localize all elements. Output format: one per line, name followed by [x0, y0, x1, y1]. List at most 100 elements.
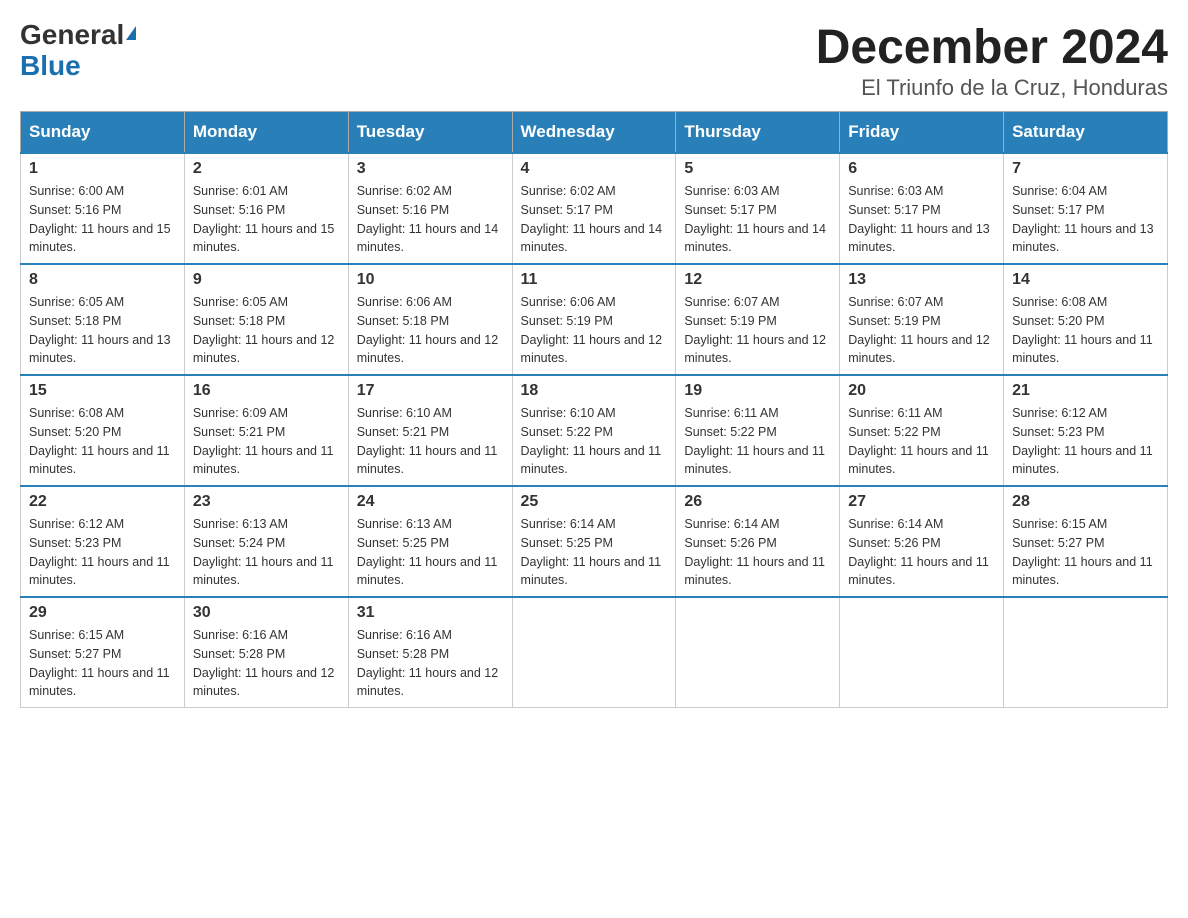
day-number: 7	[1012, 160, 1159, 178]
page-header: General Blue December 2024 El Triunfo de…	[20, 20, 1168, 101]
day-info: Sunrise: 6:15 AM Sunset: 5:27 PM Dayligh…	[29, 626, 176, 701]
day-info: Sunrise: 6:04 AM Sunset: 5:17 PM Dayligh…	[1012, 182, 1159, 257]
day-info: Sunrise: 6:07 AM Sunset: 5:19 PM Dayligh…	[684, 293, 831, 368]
day-number: 30	[193, 604, 340, 622]
day-info: Sunrise: 6:00 AM Sunset: 5:16 PM Dayligh…	[29, 182, 176, 257]
calendar-cell: 19 Sunrise: 6:11 AM Sunset: 5:22 PM Dayl…	[676, 375, 840, 486]
column-header-saturday: Saturday	[1004, 112, 1168, 154]
column-header-tuesday: Tuesday	[348, 112, 512, 154]
day-number: 5	[684, 160, 831, 178]
day-info: Sunrise: 6:05 AM Sunset: 5:18 PM Dayligh…	[29, 293, 176, 368]
week-row: 22 Sunrise: 6:12 AM Sunset: 5:23 PM Dayl…	[21, 486, 1168, 597]
day-info: Sunrise: 6:15 AM Sunset: 5:27 PM Dayligh…	[1012, 515, 1159, 590]
calendar-cell	[1004, 597, 1168, 708]
day-info: Sunrise: 6:03 AM Sunset: 5:17 PM Dayligh…	[684, 182, 831, 257]
day-info: Sunrise: 6:07 AM Sunset: 5:19 PM Dayligh…	[848, 293, 995, 368]
day-number: 24	[357, 493, 504, 511]
page-subtitle: El Triunfo de la Cruz, Honduras	[816, 75, 1168, 101]
day-info: Sunrise: 6:02 AM Sunset: 5:16 PM Dayligh…	[357, 182, 504, 257]
day-number: 28	[1012, 493, 1159, 511]
day-info: Sunrise: 6:10 AM Sunset: 5:22 PM Dayligh…	[521, 404, 668, 479]
day-info: Sunrise: 6:01 AM Sunset: 5:16 PM Dayligh…	[193, 182, 340, 257]
day-number: 6	[848, 160, 995, 178]
day-info: Sunrise: 6:08 AM Sunset: 5:20 PM Dayligh…	[29, 404, 176, 479]
calendar-cell: 7 Sunrise: 6:04 AM Sunset: 5:17 PM Dayli…	[1004, 153, 1168, 264]
day-info: Sunrise: 6:05 AM Sunset: 5:18 PM Dayligh…	[193, 293, 340, 368]
day-number: 12	[684, 271, 831, 289]
day-number: 3	[357, 160, 504, 178]
column-header-thursday: Thursday	[676, 112, 840, 154]
day-info: Sunrise: 6:13 AM Sunset: 5:25 PM Dayligh…	[357, 515, 504, 590]
calendar-cell: 25 Sunrise: 6:14 AM Sunset: 5:25 PM Dayl…	[512, 486, 676, 597]
calendar-cell: 31 Sunrise: 6:16 AM Sunset: 5:28 PM Dayl…	[348, 597, 512, 708]
day-number: 20	[848, 382, 995, 400]
day-info: Sunrise: 6:14 AM Sunset: 5:26 PM Dayligh…	[848, 515, 995, 590]
calendar-cell	[676, 597, 840, 708]
day-number: 2	[193, 160, 340, 178]
day-info: Sunrise: 6:11 AM Sunset: 5:22 PM Dayligh…	[684, 404, 831, 479]
day-info: Sunrise: 6:08 AM Sunset: 5:20 PM Dayligh…	[1012, 293, 1159, 368]
calendar-cell: 13 Sunrise: 6:07 AM Sunset: 5:19 PM Dayl…	[840, 264, 1004, 375]
calendar-cell: 5 Sunrise: 6:03 AM Sunset: 5:17 PM Dayli…	[676, 153, 840, 264]
day-number: 21	[1012, 382, 1159, 400]
day-number: 25	[521, 493, 668, 511]
day-info: Sunrise: 6:06 AM Sunset: 5:18 PM Dayligh…	[357, 293, 504, 368]
calendar-cell: 12 Sunrise: 6:07 AM Sunset: 5:19 PM Dayl…	[676, 264, 840, 375]
day-info: Sunrise: 6:14 AM Sunset: 5:25 PM Dayligh…	[521, 515, 668, 590]
calendar-cell: 15 Sunrise: 6:08 AM Sunset: 5:20 PM Dayl…	[21, 375, 185, 486]
day-info: Sunrise: 6:09 AM Sunset: 5:21 PM Dayligh…	[193, 404, 340, 479]
calendar-cell: 11 Sunrise: 6:06 AM Sunset: 5:19 PM Dayl…	[512, 264, 676, 375]
day-number: 9	[193, 271, 340, 289]
day-info: Sunrise: 6:12 AM Sunset: 5:23 PM Dayligh…	[1012, 404, 1159, 479]
column-header-friday: Friday	[840, 112, 1004, 154]
logo-general-text: General	[20, 19, 124, 50]
calendar-header-row: SundayMondayTuesdayWednesdayThursdayFrid…	[21, 112, 1168, 154]
day-number: 15	[29, 382, 176, 400]
day-number: 23	[193, 493, 340, 511]
column-header-monday: Monday	[184, 112, 348, 154]
day-number: 8	[29, 271, 176, 289]
column-header-wednesday: Wednesday	[512, 112, 676, 154]
calendar-cell: 6 Sunrise: 6:03 AM Sunset: 5:17 PM Dayli…	[840, 153, 1004, 264]
calendar-cell: 28 Sunrise: 6:15 AM Sunset: 5:27 PM Dayl…	[1004, 486, 1168, 597]
week-row: 29 Sunrise: 6:15 AM Sunset: 5:27 PM Dayl…	[21, 597, 1168, 708]
calendar-cell: 14 Sunrise: 6:08 AM Sunset: 5:20 PM Dayl…	[1004, 264, 1168, 375]
calendar-cell: 24 Sunrise: 6:13 AM Sunset: 5:25 PM Dayl…	[348, 486, 512, 597]
calendar-cell: 10 Sunrise: 6:06 AM Sunset: 5:18 PM Dayl…	[348, 264, 512, 375]
logo-blue-text: Blue	[20, 51, 136, 82]
calendar-cell: 21 Sunrise: 6:12 AM Sunset: 5:23 PM Dayl…	[1004, 375, 1168, 486]
day-number: 13	[848, 271, 995, 289]
title-area: December 2024 El Triunfo de la Cruz, Hon…	[816, 20, 1168, 101]
day-number: 29	[29, 604, 176, 622]
calendar-cell: 9 Sunrise: 6:05 AM Sunset: 5:18 PM Dayli…	[184, 264, 348, 375]
column-header-sunday: Sunday	[21, 112, 185, 154]
calendar-cell: 4 Sunrise: 6:02 AM Sunset: 5:17 PM Dayli…	[512, 153, 676, 264]
day-number: 4	[521, 160, 668, 178]
day-number: 18	[521, 382, 668, 400]
day-number: 17	[357, 382, 504, 400]
day-info: Sunrise: 6:06 AM Sunset: 5:19 PM Dayligh…	[521, 293, 668, 368]
calendar-cell: 16 Sunrise: 6:09 AM Sunset: 5:21 PM Dayl…	[184, 375, 348, 486]
calendar-cell: 17 Sunrise: 6:10 AM Sunset: 5:21 PM Dayl…	[348, 375, 512, 486]
day-number: 19	[684, 382, 831, 400]
day-number: 27	[848, 493, 995, 511]
calendar-cell	[840, 597, 1004, 708]
calendar-cell: 8 Sunrise: 6:05 AM Sunset: 5:18 PM Dayli…	[21, 264, 185, 375]
day-number: 31	[357, 604, 504, 622]
calendar-cell: 26 Sunrise: 6:14 AM Sunset: 5:26 PM Dayl…	[676, 486, 840, 597]
day-info: Sunrise: 6:16 AM Sunset: 5:28 PM Dayligh…	[193, 626, 340, 701]
calendar-cell: 29 Sunrise: 6:15 AM Sunset: 5:27 PM Dayl…	[21, 597, 185, 708]
day-info: Sunrise: 6:02 AM Sunset: 5:17 PM Dayligh…	[521, 182, 668, 257]
day-info: Sunrise: 6:12 AM Sunset: 5:23 PM Dayligh…	[29, 515, 176, 590]
day-number: 10	[357, 271, 504, 289]
calendar-cell: 20 Sunrise: 6:11 AM Sunset: 5:22 PM Dayl…	[840, 375, 1004, 486]
day-info: Sunrise: 6:11 AM Sunset: 5:22 PM Dayligh…	[848, 404, 995, 479]
calendar-cell: 3 Sunrise: 6:02 AM Sunset: 5:16 PM Dayli…	[348, 153, 512, 264]
calendar-cell: 27 Sunrise: 6:14 AM Sunset: 5:26 PM Dayl…	[840, 486, 1004, 597]
day-info: Sunrise: 6:13 AM Sunset: 5:24 PM Dayligh…	[193, 515, 340, 590]
calendar-cell: 23 Sunrise: 6:13 AM Sunset: 5:24 PM Dayl…	[184, 486, 348, 597]
day-number: 14	[1012, 271, 1159, 289]
day-info: Sunrise: 6:03 AM Sunset: 5:17 PM Dayligh…	[848, 182, 995, 257]
day-info: Sunrise: 6:10 AM Sunset: 5:21 PM Dayligh…	[357, 404, 504, 479]
logo-triangle-icon	[126, 26, 136, 40]
